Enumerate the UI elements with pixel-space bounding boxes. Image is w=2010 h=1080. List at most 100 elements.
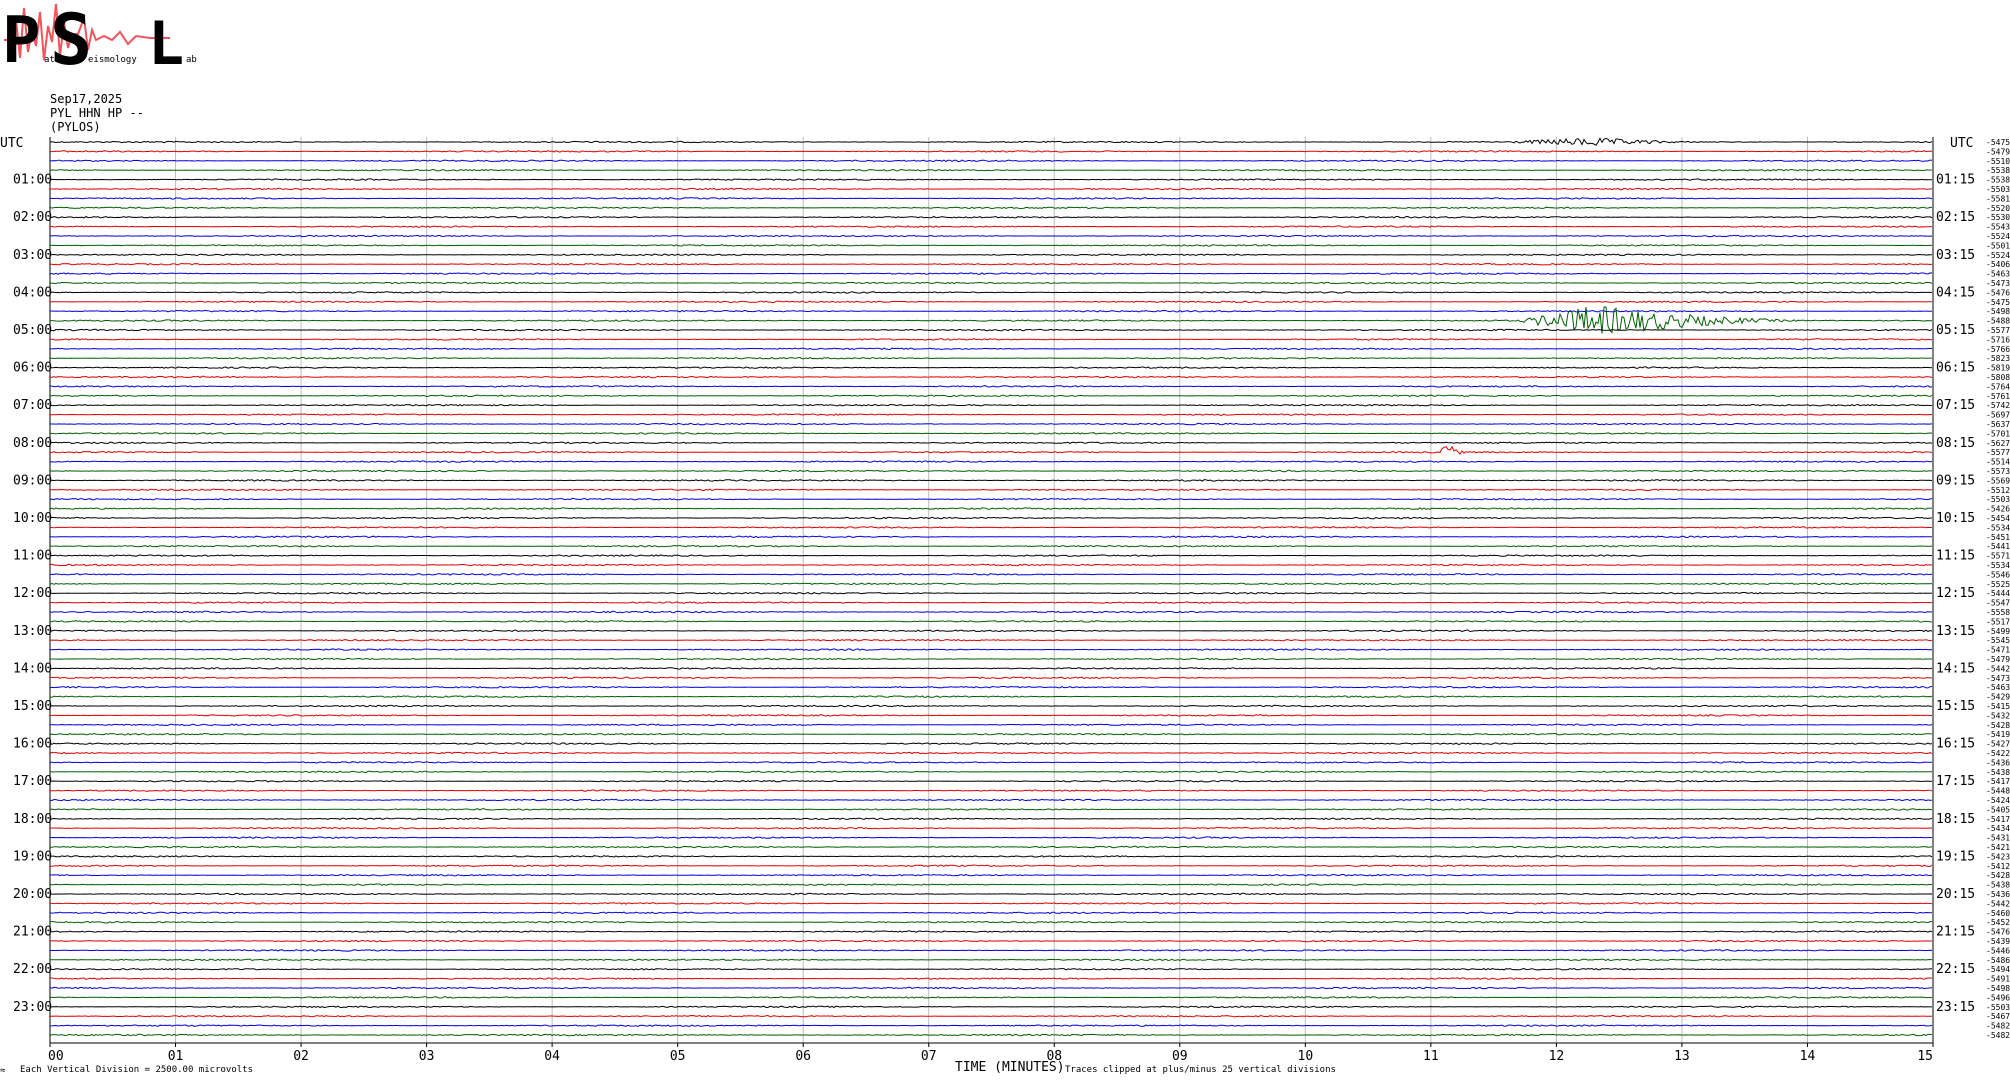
trace-row-44 — [49, 554, 1933, 557]
row-offset-label: -5417 — [1986, 777, 2010, 786]
trace-row-3 — [49, 168, 1933, 172]
trace-row-85 — [49, 939, 1933, 943]
x-tick-label: 12 — [1549, 1049, 1565, 1064]
row-offset-label: -5534 — [1986, 561, 2010, 570]
trace-row-55 — [50, 657, 1933, 661]
row-offset-label: -5545 — [1986, 636, 2010, 645]
row-offset-label: -5473 — [1986, 279, 2010, 288]
row-offset-label: -5417 — [1986, 815, 2010, 824]
trace-row-35 — [49, 469, 1933, 473]
trace-row-26 — [49, 385, 1933, 388]
trace-row-90 — [49, 986, 1933, 990]
trace-row-88 — [49, 967, 1933, 971]
header-channel: PYL HHN HP -- — [50, 106, 144, 120]
hour-label-right: 15:15 — [1936, 699, 1975, 714]
trace-row-72 — [50, 817, 1933, 821]
row-offset-label: -5412 — [1986, 862, 2010, 871]
x-tick-label: 04 — [544, 1049, 560, 1064]
row-offset-label: -5454 — [1986, 514, 2010, 523]
trace-row-79 — [49, 883, 1933, 886]
trace-row-25 — [49, 375, 1933, 379]
hour-label-left: 12:00 — [13, 586, 52, 601]
hour-label-left: 02:00 — [13, 210, 52, 225]
trace-row-75 — [49, 845, 1933, 849]
row-offset-label: -5499 — [1986, 627, 2010, 636]
trace-row-57 — [49, 676, 1933, 680]
row-offset-label: -5742 — [1986, 401, 2010, 410]
trace-row-54 — [49, 648, 1933, 651]
row-offset-label: -5571 — [1986, 552, 2010, 561]
trace-row-36 — [49, 479, 1933, 482]
row-offset-label: -5482 — [1986, 1022, 2010, 1031]
hour-label-left: 22:00 — [13, 962, 52, 977]
trace-row-6 — [50, 197, 1933, 200]
row-offset-label: -5538 — [1986, 166, 2010, 175]
hour-label-left: 01:00 — [13, 173, 52, 188]
trace-row-17 — [49, 300, 1933, 304]
trace-row-86 — [50, 949, 1933, 952]
row-offset-label: -5761 — [1986, 392, 2010, 401]
trace-row-50 — [49, 610, 1933, 614]
trace-row-37 — [49, 488, 1933, 492]
trace-row-11 — [49, 244, 1933, 247]
trace-row-41 — [49, 526, 1933, 529]
row-offset-label: -5503 — [1986, 1003, 2010, 1012]
hour-label-right: 14:15 — [1936, 661, 1975, 676]
row-offset-label: -5415 — [1986, 702, 2010, 711]
hour-label-right: 03:15 — [1936, 248, 1975, 263]
trace-row-87 — [50, 958, 1933, 962]
x-tick-label: 00 — [48, 1049, 64, 1064]
row-offset-label: -5479 — [1986, 147, 2010, 156]
trace-row-61 — [49, 714, 1932, 717]
trace-row-68 — [49, 779, 1933, 783]
trace-row-53 — [49, 638, 1933, 642]
trace-row-70 — [49, 798, 1933, 802]
trace-row-28 — [49, 403, 1932, 407]
footer-left-mark: ≈ — [0, 1066, 6, 1076]
hour-label-right: 18:15 — [1936, 812, 1975, 827]
row-offset-label: -5476 — [1986, 288, 2010, 297]
trace-row-58 — [49, 685, 1933, 689]
trace-row-74 — [50, 836, 1933, 839]
row-offset-label: -5524 — [1986, 251, 2010, 260]
row-offset-label: -5473 — [1986, 674, 2010, 683]
hour-label-right: 16:15 — [1936, 737, 1975, 752]
trace-row-30 — [49, 422, 1933, 426]
trace-row-1 — [49, 150, 1933, 153]
hour-label-right: 10:15 — [1936, 511, 1975, 526]
trace-row-43 — [49, 544, 1933, 548]
hour-label-right: 19:15 — [1936, 849, 1975, 864]
row-offset-label: -5494 — [1986, 965, 2010, 974]
trace-row-7 — [49, 206, 1932, 210]
row-offset-label: -5475 — [1986, 138, 2010, 147]
trace-row-40 — [49, 516, 1932, 520]
trace-row-18 — [50, 309, 1933, 313]
row-offset-label: -5463 — [1986, 270, 2010, 279]
row-offset-label: -5426 — [1986, 505, 2010, 514]
trace-row-95 — [49, 1033, 1933, 1037]
trace-row-20 — [49, 328, 1933, 332]
row-offset-label: -5517 — [1986, 617, 2010, 626]
logo-sub-right: ab — [186, 55, 197, 65]
row-offset-label: -5808 — [1986, 373, 2010, 382]
row-offset-label: -5432 — [1986, 711, 2010, 720]
hour-label-right: 21:15 — [1936, 925, 1975, 940]
row-offset-label: -5530 — [1986, 213, 2010, 222]
trace-row-12 — [49, 253, 1933, 257]
hour-label-right: 20:15 — [1936, 887, 1975, 902]
left-utc-label: UTC — [0, 136, 23, 151]
hour-label-right: 01:15 — [1936, 173, 1975, 188]
trace-row-46 — [49, 573, 1933, 576]
trace-row-65 — [49, 751, 1933, 755]
trace-row-10 — [49, 234, 1933, 238]
x-tick-label: 05 — [670, 1049, 686, 1064]
trace-row-82 — [49, 911, 1933, 915]
hour-label-right: 17:15 — [1936, 774, 1975, 789]
row-offset-label: -5482 — [1986, 1031, 2010, 1040]
x-tick-label: 09 — [1172, 1049, 1188, 1064]
hour-label-left: 17:00 — [13, 774, 52, 789]
row-offset-label: -5524 — [1986, 232, 2010, 241]
row-offset-label: -5422 — [1986, 749, 2010, 758]
right-utc-label: UTC — [1950, 136, 1973, 151]
logo-letter-s: S — [50, 0, 92, 81]
